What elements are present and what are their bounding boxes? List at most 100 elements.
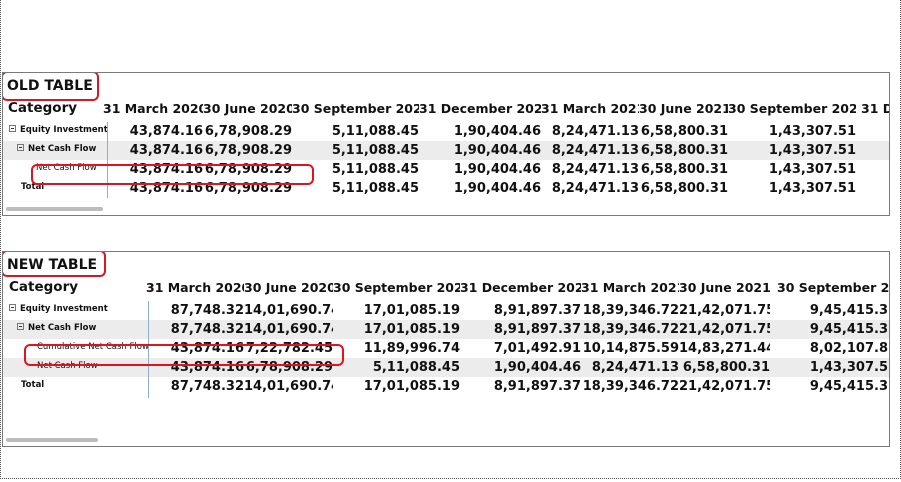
old-col-header[interactable]: 31 December 2020 xyxy=(419,99,541,118)
new-col-header[interactable]: 31 March 2020 xyxy=(146,278,244,297)
value-cell: 8,24,471.13 xyxy=(551,162,639,177)
value-cell: 87,748.32 xyxy=(170,322,244,337)
new-col-header[interactable]: 30 September 2020 xyxy=(333,278,460,297)
old-col-header[interactable]: 30 June 2021 xyxy=(639,99,728,118)
value-cell: 5,11,088.45 xyxy=(331,143,419,158)
value-cell: 43,874.16 xyxy=(129,162,203,177)
value-cell: 5,11,088.45 xyxy=(331,181,419,196)
new-col-header[interactable]: 31 March 2021 xyxy=(581,278,679,297)
value-cell: 1,43,307.51 xyxy=(768,124,856,139)
value-cell: 1,90,404.46 xyxy=(453,124,541,139)
row-label[interactable]: Net Cash Flow xyxy=(36,160,97,179)
old-col-header[interactable]: 30 June 2020 xyxy=(203,99,292,118)
row-label[interactable]: Net Cash Flow xyxy=(17,141,96,160)
value-cell: 8,91,897.37 xyxy=(493,303,581,318)
value-cell: 1,43,307.5 xyxy=(809,360,888,375)
value-cell: 43,874.16 xyxy=(129,143,203,158)
value-cell: 6,58,800.31 xyxy=(640,143,728,158)
row-label[interactable]: Net Cash Flow xyxy=(37,358,98,377)
value-cell: 5,11,088.45 xyxy=(372,360,460,375)
row-label[interactable]: Total xyxy=(21,179,44,198)
value-cell: 8,91,897.37 xyxy=(493,322,581,337)
row-label[interactable]: Equity Investment xyxy=(9,122,108,141)
value-cell: 6,78,908.29 xyxy=(204,124,292,139)
old-col-header[interactable]: 30 September 2021 xyxy=(728,99,856,118)
value-cell: 87,748.32 xyxy=(170,379,244,394)
value-cell: 5,11,088.45 xyxy=(331,124,419,139)
value-cell: 11,89,996.74 xyxy=(363,341,460,356)
row-label[interactable]: Equity Investment xyxy=(9,301,108,320)
value-cell: 6,58,800.31 xyxy=(640,181,728,196)
total-row[interactable]: Total 43,874.16 6,78,908.29 5,11,088.45 … xyxy=(3,179,889,198)
value-cell: 8,24,471.13 xyxy=(551,143,639,158)
old-col-header[interactable]: 31 March 2021 xyxy=(541,99,639,118)
value-cell: 1,90,404.46 xyxy=(453,143,541,158)
value-cell: 14,83,271.44 xyxy=(679,341,770,356)
value-cell: 43,874.16 xyxy=(170,360,244,375)
table-row[interactable]: Equity Investment 87,748.32 14,01,690.74… xyxy=(3,301,889,320)
value-cell: 17,01,085.19 xyxy=(363,303,460,318)
old-table-title: OLD TABLE xyxy=(7,78,93,94)
old-category-header[interactable]: Category xyxy=(8,99,103,118)
table-row[interactable]: Net Cash Flow 43,874.16 6,78,908.29 5,11… xyxy=(3,141,889,160)
value-cell: 6,78,908.29 xyxy=(245,360,333,375)
value-cell: 1,43,307.51 xyxy=(768,181,856,196)
new-header-row: Category 31 March 2020 30 June 2020 30 S… xyxy=(3,278,889,297)
horizontal-scrollbar[interactable] xyxy=(6,438,98,442)
new-category-header[interactable]: Category xyxy=(9,278,109,297)
value-cell: 21,42,071.75 xyxy=(679,379,770,394)
table-row[interactable]: Cumulative Net Cash Flow 43,874.16 7,22,… xyxy=(3,339,889,358)
new-col-header[interactable]: 30 September 202 xyxy=(777,278,889,297)
column-divider xyxy=(148,301,149,398)
row-label[interactable]: Total xyxy=(21,377,44,396)
value-cell: 8,24,471.13 xyxy=(551,181,639,196)
table-row[interactable]: Net Cash Flow 43,874.16 6,78,908.29 5,11… xyxy=(3,160,889,179)
row-label[interactable]: Cumulative Net Cash Flow xyxy=(37,339,149,358)
new-col-header[interactable]: 30 June 2021 xyxy=(679,278,770,297)
table-row[interactable]: Net Cash Flow 87,748.32 14,01,690.74 17,… xyxy=(3,320,889,339)
value-cell: 1,90,404.46 xyxy=(453,162,541,177)
value-cell: 1,43,307.51 xyxy=(768,143,856,158)
new-table-visual[interactable]: NEW TABLE Category 31 March 2020 30 June… xyxy=(2,251,890,447)
value-cell: 9,45,415.3 xyxy=(809,379,888,394)
total-row[interactable]: Total 87,748.32 14,01,690.74 17,01,085.1… xyxy=(3,377,889,396)
collapse-icon[interactable] xyxy=(9,304,16,311)
value-cell: 43,874.16 xyxy=(129,124,203,139)
value-cell: 18,39,346.72 xyxy=(582,379,679,394)
value-cell: 43,874.16 xyxy=(170,341,244,356)
value-cell: 8,24,471.13 xyxy=(591,360,679,375)
new-col-header[interactable]: 31 December 2020 xyxy=(460,278,581,297)
value-cell: 14,01,690.74 xyxy=(244,379,333,394)
row-label[interactable]: Net Cash Flow xyxy=(17,320,96,339)
value-cell: 9,45,415.3 xyxy=(809,322,888,337)
collapse-icon[interactable] xyxy=(9,125,16,132)
old-table-visual[interactable]: OLD TABLE Category 31 March 2020 30 June… xyxy=(2,72,890,216)
value-cell: 6,58,800.31 xyxy=(682,360,770,375)
new-table-grid: Category 31 March 2020 30 June 2020 30 S… xyxy=(3,277,889,442)
value-cell: 9,45,415.3 xyxy=(809,303,888,318)
old-col-header[interactable]: 31 March 2020 xyxy=(103,99,203,118)
column-divider xyxy=(107,122,108,198)
old-col-header[interactable]: 30 September 2020 xyxy=(292,99,419,118)
value-cell: 7,22,782.45 xyxy=(245,341,333,356)
new-col-header[interactable]: 30 June 2020 xyxy=(244,278,333,297)
value-cell: 8,91,897.37 xyxy=(493,379,581,394)
value-cell: 17,01,085.19 xyxy=(363,379,460,394)
collapse-icon[interactable] xyxy=(17,144,24,151)
value-cell: 18,39,346.72 xyxy=(582,303,679,318)
value-cell: 14,01,690.74 xyxy=(244,303,333,318)
value-cell: 43,874.16 xyxy=(129,181,203,196)
value-cell: 5,11,088.45 xyxy=(331,162,419,177)
old-col-header[interactable]: 31 D xyxy=(861,99,889,118)
table-row[interactable]: Equity Investment 43,874.16 6,78,908.29 … xyxy=(3,122,889,141)
value-cell: 1,43,307.51 xyxy=(768,162,856,177)
table-row[interactable]: Net Cash Flow 43,874.16 6,78,908.29 5,11… xyxy=(3,358,889,377)
value-cell: 6,78,908.29 xyxy=(204,143,292,158)
old-header-row: Category 31 March 2020 30 June 2020 30 S… xyxy=(3,99,889,118)
value-cell: 8,24,471.13 xyxy=(551,124,639,139)
value-cell: 21,42,071.75 xyxy=(679,303,770,318)
horizontal-scrollbar[interactable] xyxy=(6,207,103,211)
collapse-icon[interactable] xyxy=(17,323,24,330)
value-cell: 21,42,071.75 xyxy=(679,322,770,337)
value-cell: 6,78,908.29 xyxy=(204,162,292,177)
